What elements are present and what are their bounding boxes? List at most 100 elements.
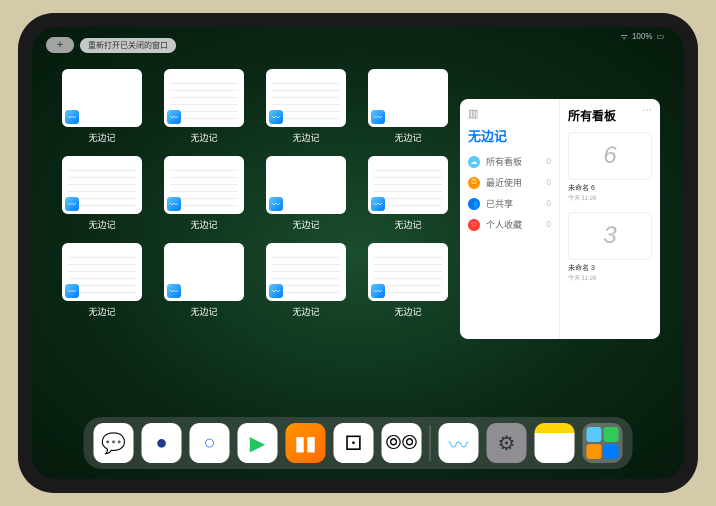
dock-app-app-blue-dot[interactable]: ●: [142, 423, 182, 463]
status-bar: ᯤ 100% ▭: [621, 31, 664, 42]
app-switcher-grid: 〰 无边记 〰 无边记 〰 无边记 〰 无边记 〰 无边记 〰 无边记 〰 无边…: [62, 69, 448, 318]
board-card[interactable]: 3 未命名 3 今天 11:26: [568, 212, 652, 282]
freeform-app-icon: 〰: [269, 284, 283, 298]
board-card[interactable]: 6 未命名 6 今天 11:26: [568, 132, 652, 202]
dock-app-settings[interactable]: ⚙: [487, 423, 527, 463]
freeform-app-icon: 〰: [65, 197, 79, 211]
board-preview: 3: [568, 212, 652, 260]
dock-app-wechat[interactable]: 💬: [94, 423, 134, 463]
window-label: 无边记: [190, 305, 217, 318]
app-window[interactable]: 〰 无边记: [266, 243, 346, 318]
window-thumbnail: 〰: [164, 156, 244, 214]
more-icon[interactable]: ⋯: [642, 105, 652, 116]
board-name: 未命名 6: [568, 183, 652, 193]
app-window[interactable]: 〰 无边记: [368, 243, 448, 318]
app-window[interactable]: 〰 无边记: [62, 156, 142, 231]
window-thumbnail: 〰: [62, 243, 142, 301]
app-window[interactable]: 〰 无边记: [164, 69, 244, 144]
panel-sidebar: ▥ 无边记 ☁ 所有看板 0 ⏱ 最近使用 0 👥 已共享 0 ♡ 个人收藏 0: [460, 99, 560, 339]
dock-app-dots[interactable]: ⦾⦾: [382, 423, 422, 463]
category-label: 最近使用: [486, 176, 541, 189]
dock-app-app-library[interactable]: [583, 423, 623, 463]
category-count: 0: [547, 199, 551, 208]
panel-main: ⋯ 所有看板 6 未命名 6 今天 11:26 3 未命名 3 今天 11:26: [560, 99, 660, 339]
app-window[interactable]: 〰 无边记: [164, 156, 244, 231]
dock-app-play[interactable]: ▶: [238, 423, 278, 463]
window-label: 无边记: [292, 305, 319, 318]
window-thumbnail: 〰: [62, 69, 142, 127]
board-date: 今天 11:26: [568, 273, 652, 282]
freeform-app-icon: 〰: [167, 197, 181, 211]
freeform-panel: ▥ 无边记 ☁ 所有看板 0 ⏱ 最近使用 0 👥 已共享 0 ♡ 个人收藏 0…: [460, 99, 660, 339]
freeform-app-icon: 〰: [167, 284, 181, 298]
sidebar-item[interactable]: 👥 已共享 0: [468, 197, 551, 210]
category-count: 0: [547, 220, 551, 229]
dots-icon: ⦾⦾: [386, 432, 418, 455]
window-thumbnail: 〰: [368, 156, 448, 214]
window-thumbnail: 〰: [368, 69, 448, 127]
category-label: 个人收藏: [486, 218, 541, 231]
app-window[interactable]: 〰 无边记: [266, 156, 346, 231]
sidebar-toggle-icon[interactable]: ▥: [468, 107, 551, 120]
window-label: 无边记: [394, 131, 421, 144]
freeform-app-icon: 〰: [65, 284, 79, 298]
dock-app-books[interactable]: ▮▮: [286, 423, 326, 463]
dock-app-notes[interactable]: [535, 423, 575, 463]
ipad-device: ᯤ 100% ▭ + 重新打开已关闭的窗口 〰 无边记 〰 无边记 〰 无边记 …: [18, 13, 698, 493]
sidebar-item[interactable]: ♡ 个人收藏 0: [468, 218, 551, 231]
app-window[interactable]: 〰 无边记: [368, 69, 448, 144]
window-label: 无边记: [190, 218, 217, 231]
category-label: 所有看板: [486, 155, 541, 168]
board-preview: 6: [568, 132, 652, 180]
wechat-icon: 💬: [101, 431, 126, 456]
play-icon: ▶: [250, 431, 265, 456]
top-controls: + 重新打开已关闭的窗口: [46, 37, 176, 53]
sidebar-item[interactable]: ⏱ 最近使用 0: [468, 176, 551, 189]
wifi-icon: ᯤ: [621, 31, 628, 42]
window-thumbnail: 〰: [266, 69, 346, 127]
window-label: 无边记: [394, 305, 421, 318]
panel-app-title: 无边记: [468, 126, 551, 145]
dock: 💬 ● ○ ▶ ▮▮ ⚀ ⦾⦾ 〰 ⚙: [84, 417, 633, 469]
category-icon: ☁: [468, 156, 480, 168]
window-thumbnail: 〰: [266, 156, 346, 214]
sidebar-item[interactable]: ☁ 所有看板 0: [468, 155, 551, 168]
dice-icon: ⚀: [345, 431, 362, 456]
board-name: 未命名 3: [568, 263, 652, 273]
dock-app-browser[interactable]: ○: [190, 423, 230, 463]
freeform-icon: 〰: [449, 429, 469, 458]
screen: ᯤ 100% ▭ + 重新打开已关闭的窗口 〰 无边记 〰 无边记 〰 无边记 …: [32, 27, 684, 479]
dock-app-dice[interactable]: ⚀: [334, 423, 374, 463]
settings-icon: ⚙: [498, 431, 516, 456]
freeform-app-icon: 〰: [269, 197, 283, 211]
freeform-app-icon: 〰: [371, 284, 385, 298]
app-window[interactable]: 〰 无边记: [368, 156, 448, 231]
freeform-app-icon: 〰: [371, 110, 385, 124]
category-label: 已共享: [486, 197, 541, 210]
app-window[interactable]: 〰 无边记: [62, 243, 142, 318]
books-icon: ▮▮: [294, 431, 316, 456]
window-thumbnail: 〰: [164, 69, 244, 127]
app-window[interactable]: 〰 无边记: [266, 69, 346, 144]
window-thumbnail: 〰: [62, 156, 142, 214]
window-label: 无边记: [190, 131, 217, 144]
app-blue-dot-icon: ●: [155, 432, 167, 455]
freeform-app-icon: 〰: [65, 110, 79, 124]
category-icon: ♡: [468, 219, 480, 231]
reopen-closed-window-button[interactable]: 重新打开已关闭的窗口: [80, 38, 176, 53]
window-thumbnail: 〰: [164, 243, 244, 301]
dock-app-freeform[interactable]: 〰: [439, 423, 479, 463]
battery-icon: ▭: [656, 32, 664, 41]
app-window[interactable]: 〰 无边记: [164, 243, 244, 318]
category-count: 0: [547, 178, 551, 187]
app-window[interactable]: 〰 无边记: [62, 69, 142, 144]
battery-label: 100%: [632, 32, 652, 41]
window-label: 无边记: [292, 218, 319, 231]
window-label: 无边记: [292, 131, 319, 144]
freeform-app-icon: 〰: [167, 110, 181, 124]
panel-main-title: 所有看板: [568, 107, 652, 124]
freeform-app-icon: 〰: [371, 197, 385, 211]
dock-separator: [430, 425, 431, 461]
new-window-button[interactable]: +: [46, 37, 74, 53]
window-label: 无边记: [88, 305, 115, 318]
